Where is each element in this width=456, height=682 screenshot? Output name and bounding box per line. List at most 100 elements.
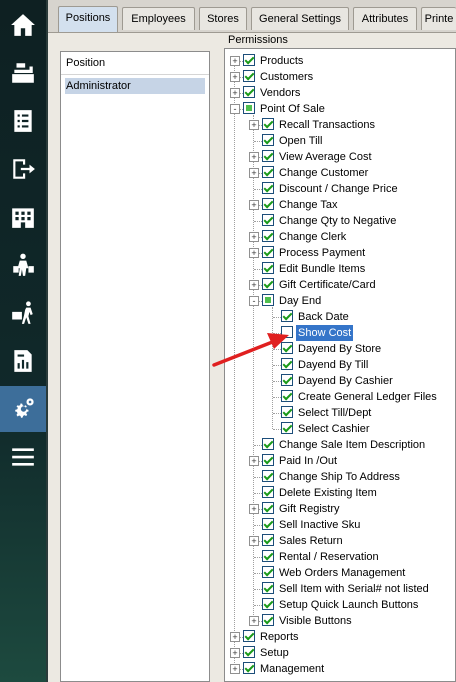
expand-icon[interactable]: + <box>249 152 259 162</box>
tree-node-change-sale-item-description[interactable]: Change Sale Item Description <box>225 437 455 453</box>
tree-node-dayend-by-store[interactable]: Dayend By Store <box>225 341 455 357</box>
expand-icon[interactable]: + <box>249 168 259 178</box>
permission-checkbox[interactable] <box>262 214 274 226</box>
expand-icon[interactable]: + <box>249 232 259 242</box>
expand-icon[interactable]: + <box>249 200 259 210</box>
tree-node-create-general-ledger-files[interactable]: Create General Ledger Files <box>225 389 455 405</box>
permission-checkbox[interactable] <box>262 598 274 610</box>
permission-checkbox[interactable] <box>262 566 274 578</box>
permission-checkbox[interactable] <box>262 118 274 130</box>
permission-checkbox[interactable] <box>243 630 255 642</box>
tree-node-show-cost[interactable]: Show Cost <box>225 325 455 341</box>
tree-node-web-orders-management[interactable]: Web Orders Management <box>225 565 455 581</box>
tree-node-vendors[interactable]: + Vendors <box>225 85 455 101</box>
sidebar-settings-button[interactable] <box>0 386 46 432</box>
permission-checkbox[interactable] <box>262 614 274 626</box>
expand-icon[interactable]: + <box>230 72 240 82</box>
sidebar-exit-button[interactable] <box>0 146 46 192</box>
permission-checkbox[interactable] <box>262 150 274 162</box>
expand-icon[interactable]: + <box>249 536 259 546</box>
tab-stores[interactable]: Stores <box>199 7 247 30</box>
expand-icon[interactable]: + <box>230 648 240 658</box>
sidebar-stores-button[interactable] <box>0 194 46 240</box>
permission-checkbox[interactable] <box>262 278 274 290</box>
tree-node-change-ship-to-address[interactable]: Change Ship To Address <box>225 469 455 485</box>
permission-checkbox[interactable] <box>281 406 293 418</box>
expand-icon[interactable]: + <box>230 88 240 98</box>
tab-employees[interactable]: Employees <box>122 7 195 30</box>
expand-icon[interactable]: + <box>249 616 259 626</box>
permission-checkbox[interactable] <box>262 454 274 466</box>
expand-icon[interactable]: + <box>249 120 259 130</box>
tree-node-back-date[interactable]: Back Date <box>225 309 455 325</box>
tree-node-open-till[interactable]: Open Till <box>225 133 455 149</box>
tree-node-view-average-cost[interactable]: + View Average Cost <box>225 149 455 165</box>
tab-positions[interactable]: Positions <box>58 6 118 32</box>
tree-node-paid-in-out[interactable]: + Paid In /Out <box>225 453 455 469</box>
permission-checkbox[interactable] <box>262 230 274 242</box>
permission-checkbox[interactable] <box>262 134 274 146</box>
permission-checkbox[interactable] <box>262 246 274 258</box>
tree-node-select-cashier[interactable]: Select Cashier <box>225 421 455 437</box>
tree-node-recall-transactions[interactable]: + Recall Transactions <box>225 117 455 133</box>
permission-checkbox[interactable] <box>262 518 274 530</box>
permission-checkbox[interactable] <box>243 102 255 114</box>
permission-checkbox[interactable] <box>262 166 274 178</box>
permission-checkbox[interactable] <box>262 198 274 210</box>
tree-node-sales-return[interactable]: + Sales Return <box>225 533 455 549</box>
permission-checkbox[interactable] <box>243 662 255 674</box>
permission-checkbox[interactable] <box>262 470 274 482</box>
sidebar-menu-button[interactable] <box>0 434 46 480</box>
expand-icon[interactable]: + <box>230 664 240 674</box>
tree-node-dayend-by-cashier[interactable]: Dayend By Cashier <box>225 373 455 389</box>
tree-node-gift-registry[interactable]: + Gift Registry <box>225 501 455 517</box>
tree-node-day-end[interactable]: - Day End <box>225 293 455 309</box>
tree-node-setup[interactable]: + Setup <box>225 645 455 661</box>
tree-node-products[interactable]: + Products <box>225 53 455 69</box>
tree-node-sell-item-with-serial-not-listed[interactable]: Sell Item with Serial# not listed <box>225 581 455 597</box>
permission-checkbox[interactable] <box>262 550 274 562</box>
permission-checkbox[interactable] <box>262 582 274 594</box>
tree-node-visible-buttons[interactable]: + Visible Buttons <box>225 613 455 629</box>
tree-node-discount-change-price[interactable]: Discount / Change Price <box>225 181 455 197</box>
tree-node-delete-existing-item[interactable]: Delete Existing Item <box>225 485 455 501</box>
expand-icon[interactable]: + <box>230 56 240 66</box>
tree-node-gift-certificate-card[interactable]: + Gift Certificate/Card <box>225 277 455 293</box>
tab-printers[interactable]: Printe <box>421 7 456 30</box>
tab-attributes[interactable]: Attributes <box>353 7 417 30</box>
sidebar-delivery-button[interactable] <box>0 290 46 336</box>
permission-checkbox[interactable] <box>243 86 255 98</box>
permission-checkbox[interactable] <box>262 534 274 546</box>
tree-node-setup-quick-launch-buttons[interactable]: Setup Quick Launch Buttons <box>225 597 455 613</box>
permission-checkbox[interactable] <box>262 438 274 450</box>
permission-checkbox[interactable] <box>243 54 255 66</box>
position-row-administrator[interactable]: Administrator <box>65 78 205 94</box>
permission-checkbox[interactable] <box>243 70 255 82</box>
permission-checkbox[interactable] <box>281 326 293 338</box>
sidebar-register-button[interactable] <box>0 50 46 96</box>
expand-icon[interactable]: + <box>249 280 259 290</box>
permission-checkbox[interactable] <box>262 182 274 194</box>
collapse-icon[interactable]: - <box>249 296 259 306</box>
permission-checkbox[interactable] <box>262 486 274 498</box>
tree-node-reports[interactable]: + Reports <box>225 629 455 645</box>
permission-checkbox[interactable] <box>262 262 274 274</box>
tree-node-change-qty-to-negative[interactable]: Change Qty to Negative <box>225 213 455 229</box>
tree-node-point-of-sale[interactable]: - Point Of Sale <box>225 101 455 117</box>
permission-checkbox[interactable] <box>281 358 293 370</box>
permission-checkbox[interactable] <box>262 294 274 306</box>
tree-node-sell-inactive-sku[interactable]: Sell Inactive Sku <box>225 517 455 533</box>
sidebar-reports-button[interactable] <box>0 338 46 384</box>
sidebar-receipt-button[interactable] <box>0 98 46 144</box>
tree-node-process-payment[interactable]: + Process Payment <box>225 245 455 261</box>
tab-general-settings[interactable]: General Settings <box>251 7 349 30</box>
permission-checkbox[interactable] <box>281 374 293 386</box>
permission-checkbox[interactable] <box>281 390 293 402</box>
expand-icon[interactable]: + <box>249 504 259 514</box>
expand-icon[interactable]: + <box>249 456 259 466</box>
tree-node-rental-reservation[interactable]: Rental / Reservation <box>225 549 455 565</box>
expand-icon[interactable]: + <box>249 248 259 258</box>
tree-node-edit-bundle-items[interactable]: Edit Bundle Items <box>225 261 455 277</box>
tree-node-change-customer[interactable]: + Change Customer <box>225 165 455 181</box>
sidebar-customers-button[interactable] <box>0 242 46 288</box>
